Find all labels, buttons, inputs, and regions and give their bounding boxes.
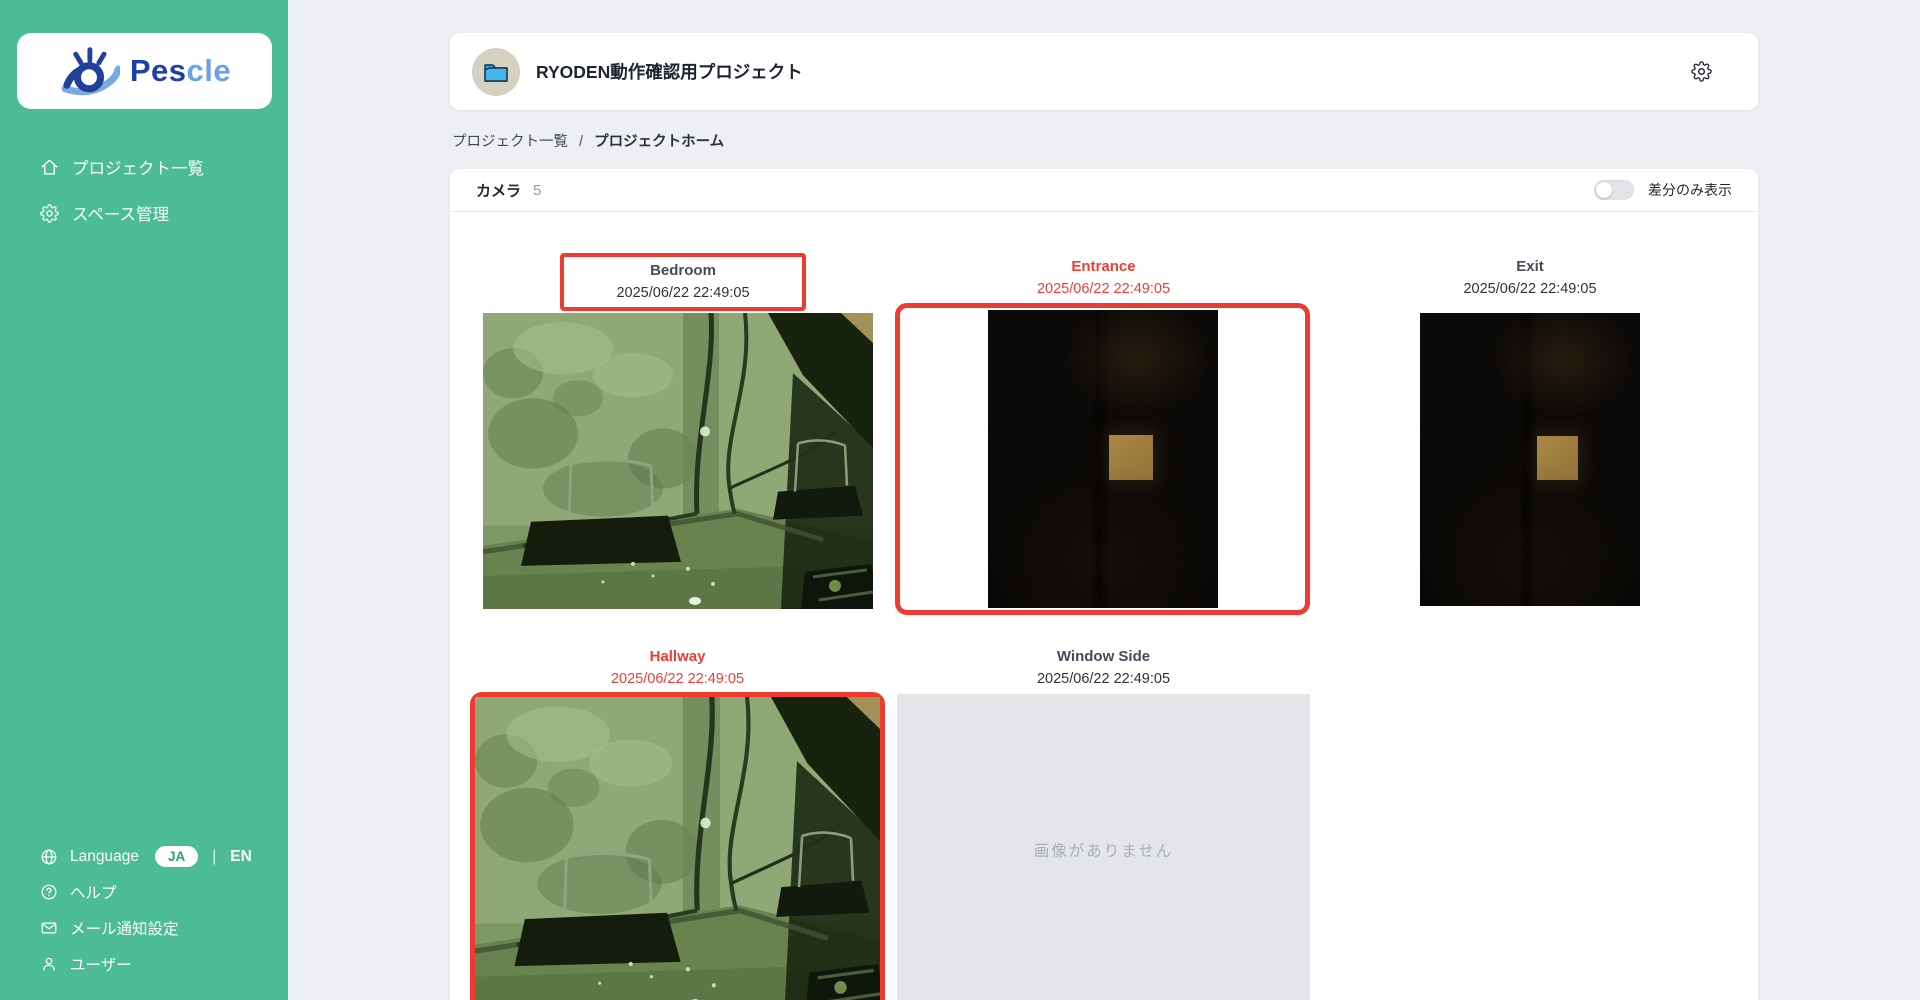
camera-panel-header: カメラ 5 差分のみ表示	[450, 169, 1758, 212]
lang-divider: |	[212, 848, 216, 866]
diff-only-toggle-label: 差分のみ表示	[1648, 180, 1732, 200]
breadcrumb-current: プロジェクトホーム	[594, 134, 724, 150]
camera-timestamp: 2025/06/22 22:49:05	[470, 668, 885, 691]
camera-timestamp: 2025/06/22 22:49:05	[1322, 278, 1738, 301]
help-link[interactable]: ヘルプ	[0, 874, 288, 910]
pescle-eye-icon	[58, 45, 120, 97]
page-title: RYODEN動作確認用プロジェクト	[536, 59, 803, 84]
camera-timestamp: 2025/06/22 22:49:05	[897, 278, 1310, 301]
no-image-text: 画像がありません	[1034, 839, 1174, 861]
camera-name: Hallway	[470, 645, 885, 668]
sidebar: Pescle プロジェクト一覧 スペース管理	[0, 0, 288, 1000]
breadcrumb-projects-link[interactable]: プロジェクト一覧	[452, 134, 568, 150]
lang-en-button[interactable]: EN	[230, 848, 252, 866]
camera-label-window-side: Window Side 2025/06/22 22:49:05	[897, 645, 1310, 691]
camera-name: Bedroom	[564, 259, 802, 282]
lang-ja-button[interactable]: JA	[155, 846, 198, 867]
globe-icon	[40, 848, 58, 866]
camera-image-placeholder-window-side: 画像がありません	[897, 694, 1310, 1000]
help-label: ヘルプ	[70, 881, 117, 903]
camera-image-entrance[interactable]	[988, 310, 1218, 608]
camera-image-exit[interactable]	[1420, 313, 1640, 606]
camera-alert-image-box-entrance	[895, 303, 1310, 615]
mail-settings-link[interactable]: メール通知設定	[0, 910, 288, 946]
project-settings-button[interactable]	[1691, 61, 1712, 82]
sidebar-item-space-management[interactable]: スペース管理	[0, 190, 288, 236]
sidebar-item-label: スペース管理	[72, 201, 169, 225]
camera-label-hallway: Hallway 2025/06/22 22:49:05	[470, 645, 885, 691]
sidebar-item-label: プロジェクト一覧	[72, 155, 204, 179]
app-logo[interactable]: Pescle	[17, 33, 272, 109]
user-label: ユーザー	[70, 953, 132, 975]
camera-panel-title: カメラ	[476, 180, 521, 201]
sidebar-footer: Language JA | EN ヘルプ メール通知設定	[0, 839, 288, 982]
camera-alert-image-box-hallway	[470, 692, 885, 1000]
sidebar-nav: プロジェクト一覧 スペース管理	[0, 144, 288, 236]
home-icon	[40, 158, 59, 177]
breadcrumb: プロジェクト一覧 / プロジェクトホーム	[452, 130, 724, 151]
mail-icon	[40, 919, 58, 937]
breadcrumb-separator: /	[579, 134, 583, 150]
language-label: Language	[70, 848, 139, 866]
camera-label-entrance: Entrance 2025/06/22 22:49:05	[897, 255, 1310, 301]
project-avatar	[472, 48, 520, 96]
camera-image-bedroom[interactable]	[483, 313, 873, 609]
user-link[interactable]: ユーザー	[0, 946, 288, 982]
camera-name: Window Side	[897, 645, 1310, 668]
camera-label-exit: Exit 2025/06/22 22:49:05	[1322, 255, 1738, 301]
camera-timestamp: 2025/06/22 22:49:05	[897, 668, 1310, 691]
camera-name: Entrance	[897, 255, 1310, 278]
user-icon	[40, 955, 58, 973]
camera-timestamp: 2025/06/22 22:49:05	[564, 282, 802, 305]
gear-icon	[1691, 61, 1712, 82]
app-root: Pescle プロジェクト一覧 スペース管理	[0, 0, 1920, 1000]
diff-only-toggle[interactable]	[1594, 180, 1634, 200]
camera-image-hallway[interactable]	[475, 697, 880, 1000]
toggle-knob	[1596, 182, 1612, 198]
gear-icon	[40, 204, 59, 223]
project-header: RYODEN動作確認用プロジェクト	[450, 33, 1758, 110]
camera-name: Exit	[1322, 255, 1738, 278]
language-switcher: Language JA | EN	[0, 839, 288, 874]
help-icon	[40, 883, 58, 901]
mail-settings-label: メール通知設定	[70, 917, 179, 939]
camera-alert-label-box-bedroom: Bedroom 2025/06/22 22:49:05	[560, 253, 806, 311]
sidebar-item-projects[interactable]: プロジェクト一覧	[0, 144, 288, 190]
folder-icon	[483, 61, 509, 83]
logo-wordmark: Pescle	[130, 53, 231, 89]
camera-count: 5	[533, 182, 541, 199]
